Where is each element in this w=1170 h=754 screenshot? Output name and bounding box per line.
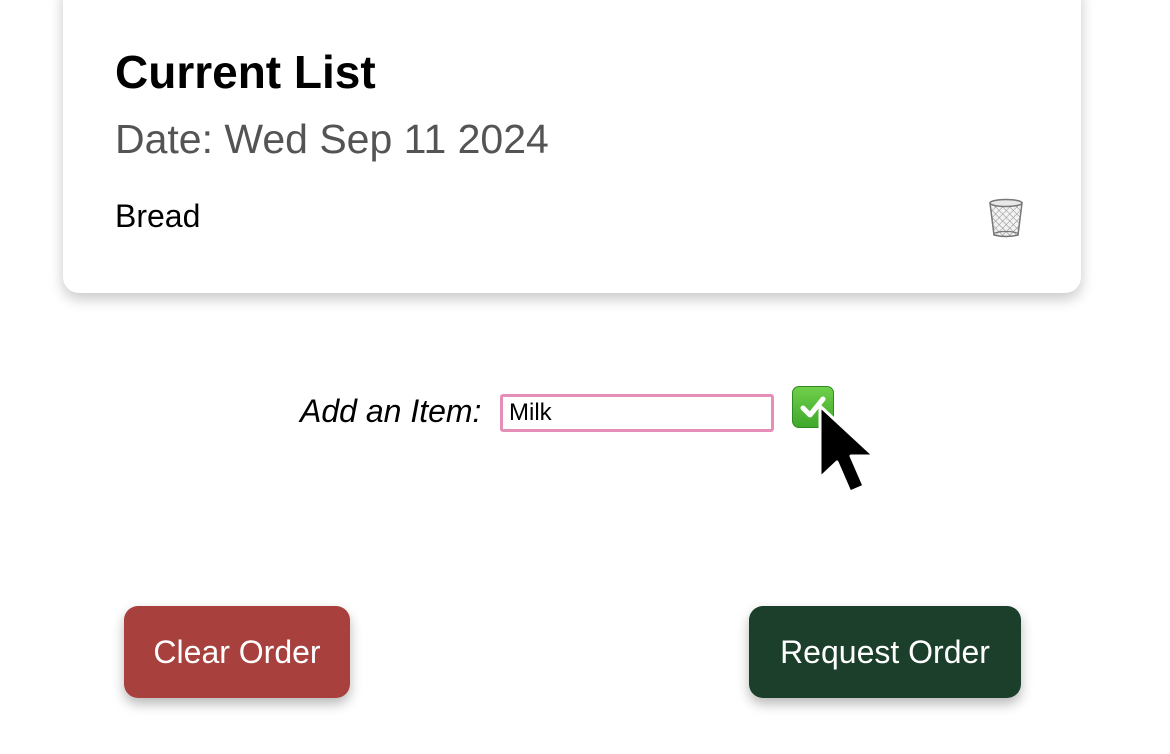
list-item: Bread	[115, 192, 1027, 240]
trash-can-icon[interactable]	[985, 196, 1027, 238]
list-title: Current List	[115, 46, 376, 98]
add-item-label: Add an Item:	[300, 393, 482, 429]
list-date: Date: Wed Sep 11 2024	[115, 116, 549, 162]
clear-order-button[interactable]: Clear Order	[124, 606, 350, 698]
page: Current List Date: Wed Sep 11 2024 Bread	[0, 0, 1170, 754]
green-check-icon[interactable]	[792, 386, 834, 428]
add-item-input[interactable]	[500, 394, 774, 432]
current-list-card: Current List Date: Wed Sep 11 2024 Bread	[63, 0, 1081, 293]
request-order-button[interactable]: Request Order	[749, 606, 1021, 698]
list-item-name: Bread	[115, 198, 201, 234]
